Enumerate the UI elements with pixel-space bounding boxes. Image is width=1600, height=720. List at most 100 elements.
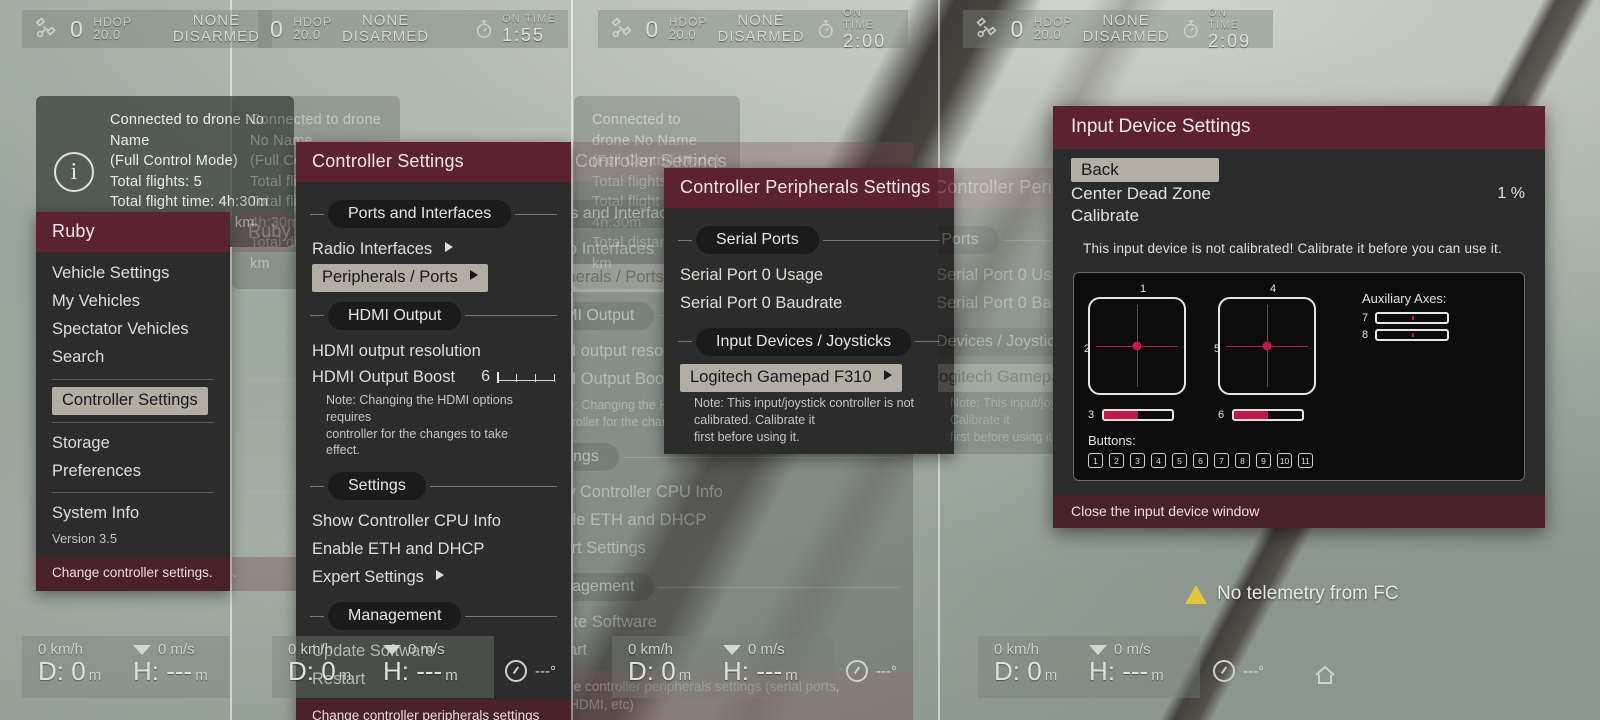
section-settings: Settings	[310, 472, 557, 501]
axis-label-3: 3	[1088, 409, 1095, 421]
satellite-icon	[976, 17, 997, 38]
menu-item-peripherals-ports[interactable]: Peripherals / Ports	[312, 263, 489, 292]
button-indicator-2: 2	[1109, 453, 1124, 468]
axis-label-2: 2	[1084, 343, 1091, 355]
menu-item-radio-interfaces[interactable]: Radio Interfaces	[296, 236, 571, 264]
chevron-right-icon	[470, 269, 479, 280]
menu-divider	[52, 378, 214, 380]
menu-item-serial-port-0-usage[interactable]: Serial Port 0 Usage	[664, 262, 954, 290]
gps-satellite-count-2: 0	[270, 15, 284, 42]
menu-item-expert-settings[interactable]: Expert Settings	[296, 564, 571, 592]
controller-settings-window: Controller Settings Ports and Interfaces…	[296, 142, 571, 720]
chevron-right-icon	[884, 369, 893, 380]
satellite-icon	[35, 17, 56, 38]
button-indicator-1: 1	[1088, 453, 1103, 468]
chevron-right-icon	[436, 570, 445, 581]
section-pill-hdmi: HDMI Output	[328, 301, 462, 330]
heading-readout-4: ---°	[1213, 660, 1264, 682]
calibrate-row[interactable]: Calibrate	[1053, 205, 1545, 227]
button-indicator-9: 9	[1256, 453, 1271, 468]
center-dead-zone-row[interactable]: Center Dead Zone 1 %	[1053, 183, 1545, 205]
menu-item-spectator-vehicles[interactable]: Spectator Vehicles	[36, 316, 230, 344]
stick-1-position-dot	[1132, 341, 1142, 351]
arm-status-1: NONE DISARMED	[172, 11, 260, 45]
menu-item-serial-port-0-baudrate[interactable]: Serial Port 0 Baudrate	[664, 290, 954, 318]
osd-top-bar-4: 0 HDOP 20.0 NONE DISARMED ON TIME 2:09	[963, 7, 1273, 51]
warning-triangle-icon	[1185, 584, 1207, 604]
menu-item-logitech-gamepad-f310[interactable]: Logitech Gamepad F310	[680, 363, 903, 392]
peripherals-settings-window: Controller Peripherals Settings Serial P…	[664, 168, 954, 455]
osd-bottom-bar-4: 0 km/h 0 m/s D: 0m H: --- m	[978, 636, 1200, 698]
axis-label-8: 8	[1362, 329, 1369, 341]
back-button[interactable]: Back	[1071, 158, 1219, 182]
menu-item-preferences[interactable]: Preferences	[36, 458, 230, 486]
controller-settings-footer-hint: Change controller peripherals settings (…	[296, 699, 571, 720]
button-indicator-11: 11	[1298, 453, 1313, 468]
axis-label-7: 7	[1362, 312, 1369, 324]
stick-2-position-dot	[1262, 341, 1272, 351]
menu-item-hdmi-boost[interactable]: HDMI Output Boost 6	[296, 366, 571, 389]
calibration-warning-note: This input device is not calibrated! Cal…	[1083, 241, 1502, 256]
axis-label-1: 1	[1140, 283, 1147, 295]
menu-item-my-vehicles[interactable]: My Vehicles	[36, 288, 230, 316]
height-readout-2: H: --- m	[383, 656, 458, 686]
height-readout-1: H: --- m	[133, 656, 208, 686]
section-pill-input-devices: Input Devices / Joysticks	[696, 327, 912, 356]
arm-status-2: NONE DISARMED	[341, 11, 430, 45]
distance-readout-4: D: 0m	[994, 656, 1058, 686]
button-indicator-3: 3	[1130, 453, 1145, 468]
osd-top-bar-3: 0 HDOP 20.0 NONE DISARMED ON TIME 2:00	[598, 7, 908, 51]
button-indicator-4: 4	[1151, 453, 1166, 468]
vertical-speed-arrow-icon	[1089, 644, 1107, 655]
section-pill-serial-ports: Serial Ports	[696, 226, 819, 254]
input-device-settings-window: Input Device Settings Back Center Dead Z…	[1053, 106, 1545, 528]
hdop-readout-4: HDOP 20.0	[1033, 14, 1073, 43]
menu-item-enable-eth-dhcp[interactable]: Enable ETH and DHCP	[296, 536, 571, 564]
controller-settings-title: Controller Settings	[296, 142, 571, 182]
peripherals-note: Note: This input/joystick controller is …	[694, 395, 915, 444]
menu-item-controller-settings[interactable]: Controller Settings	[52, 386, 208, 415]
menu-item-hdmi-resolution[interactable]: HDMI output resolution	[296, 338, 571, 366]
compass-icon	[505, 660, 527, 682]
main-menu-window: Ruby Vehicle Settings My Vehicles Specta…	[36, 212, 230, 592]
hdmi-boost-slider[interactable]: 6	[481, 368, 555, 386]
button-indicator-6: 6	[1193, 453, 1208, 468]
satellite-icon	[611, 17, 632, 38]
calibrate-label: Calibrate	[1071, 206, 1140, 225]
stick-2-group: 4 5 6	[1214, 283, 1330, 421]
main-menu-title: Ruby	[36, 212, 230, 252]
section-input-devices: Input Devices / Joysticks	[678, 327, 940, 356]
menu-item-storage[interactable]: Storage	[36, 430, 230, 458]
telemetry-warning-text: No telemetry from FC	[1217, 583, 1399, 604]
menu-item-system-info[interactable]: System Info	[36, 500, 230, 528]
hdmi-boost-value: 6	[481, 368, 490, 386]
button-indicator-10: 10	[1277, 453, 1292, 468]
home-icon[interactable]	[1312, 663, 1338, 687]
heading-readout-2: ---°	[505, 660, 556, 682]
peripherals-settings-title: Controller Peripherals Settings	[664, 168, 954, 208]
osd-top-bar-2: 0 HDOP 20.0 NONE DISARMED ON TIME 1:55	[258, 10, 568, 48]
menu-item-show-cpu-info[interactable]: Show Controller CPU Info	[296, 508, 571, 536]
menu-item-vehicle-settings[interactable]: Vehicle Settings	[36, 260, 230, 288]
stopwatch-icon	[818, 20, 833, 38]
timer-value-4: 2:09	[1208, 30, 1252, 51]
section-hdmi-output: HDMI Output	[310, 301, 557, 330]
section-management: Management	[310, 602, 557, 631]
compass-icon	[846, 660, 868, 682]
timer-value-2: 1:55	[501, 24, 545, 45]
main-menu-footer-hint: Change controller settings.	[36, 557, 230, 592]
aux-axis-8-bar	[1375, 329, 1450, 341]
gps-satellite-count-3: 0	[645, 15, 659, 42]
axis-6-bar-group: 6	[1218, 409, 1330, 421]
axis-label-6: 6	[1218, 409, 1225, 421]
axis-3-bar	[1102, 409, 1175, 421]
button-indicator-5: 5	[1172, 453, 1187, 468]
axis-label-4: 4	[1270, 283, 1277, 295]
aux-axis-7-bar	[1375, 312, 1450, 324]
compass-icon	[1213, 660, 1235, 682]
button-indicator-row: 1 2 3 4 5 6 7 8 9 10 11	[1088, 453, 1510, 468]
menu-item-search[interactable]: Search	[36, 344, 230, 372]
hdop-value: 20.0	[93, 27, 121, 43]
osd-bottom-bar-2: 0 km/h 0 m/s D: 0m H: --- m	[272, 636, 494, 698]
input-device-footer-hint: Close the input device window	[1053, 495, 1545, 528]
